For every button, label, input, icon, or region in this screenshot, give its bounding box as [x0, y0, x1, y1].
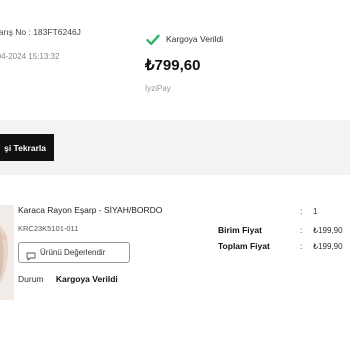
quantity-value: 1 [313, 207, 318, 216]
quantity-colon: : [300, 206, 303, 216]
total-price-colon: : [300, 241, 303, 251]
reorder-button[interactable]: şi Tekrarla [0, 134, 54, 161]
order-total: ₺799,60 [145, 57, 201, 74]
product-name[interactable]: Karaca Rayon Eşarp - SİYAH/BORDO [18, 205, 162, 215]
unit-price-label: Birim Fiyat [218, 225, 262, 235]
order-header: parış No : 183FT6246J -04-2024 15:13:32 … [0, 0, 350, 120]
total-price-value: ₺199,90 [313, 242, 343, 251]
order-status: Kargoya Verildi [146, 33, 223, 45]
item-status-label: Durum [18, 274, 44, 284]
unit-price-colon: : [300, 225, 303, 235]
check-icon [146, 33, 160, 45]
product-image[interactable] [0, 205, 14, 300]
order-date: -04-2024 15:13:32 [0, 52, 60, 61]
total-price-label: Toplam Fiyat [218, 241, 270, 251]
product-sku: KRC23K5101-011 [18, 224, 79, 233]
payment-method: İyziPay [145, 84, 171, 93]
item-status: Durum Kargoya Verildi [18, 274, 118, 284]
review-button-label: Ürünü Değerlendir [40, 248, 106, 257]
order-number: parış No : 183FT6246J [0, 27, 81, 37]
unit-price-value: ₺199,90 [313, 226, 343, 235]
order-status-text: Kargoya Verildi [166, 34, 224, 44]
review-button[interactable]: Ürünü Değerlendir [18, 242, 130, 263]
item-status-value: Kargoya Verildi [55, 274, 118, 284]
speech-bubble-icon [26, 248, 36, 261]
